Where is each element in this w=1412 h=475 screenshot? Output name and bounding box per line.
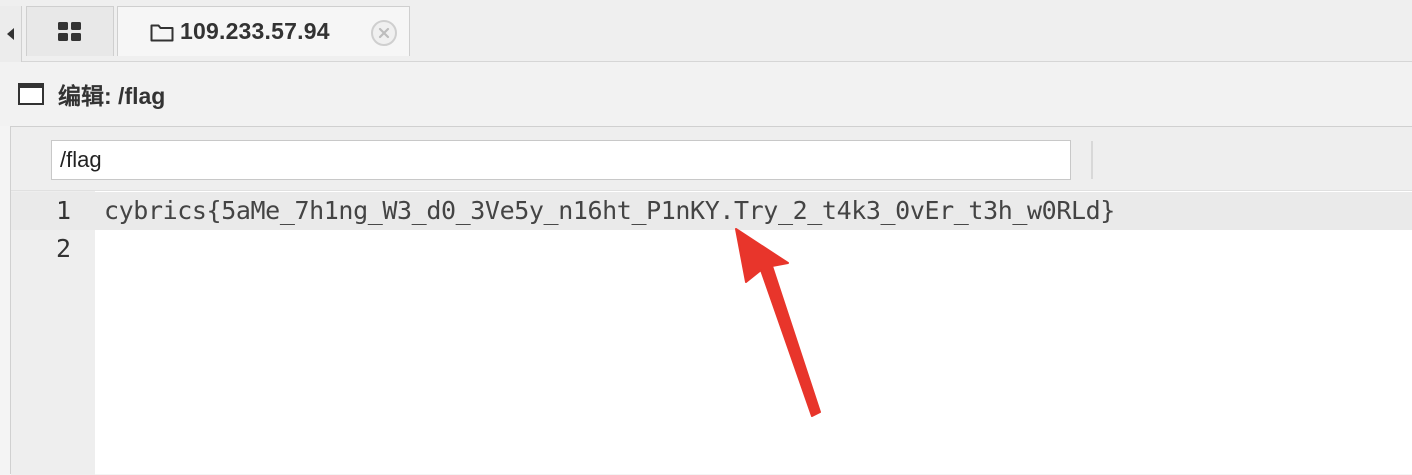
tab-dashboard[interactable] [26, 6, 114, 56]
code-line[interactable]: 2 [11, 230, 1412, 268]
line-number: 2 [55, 234, 71, 263]
grid-icon [58, 21, 81, 41]
editor-header: 编辑: /flag [0, 62, 1412, 126]
code-line[interactable]: 1 cybrics{5aMe_7h1ng_W3_d0_3Ve5y_n16ht_P… [11, 192, 1412, 230]
line-text[interactable]: cybrics{5aMe_7h1ng_W3_d0_3Ve5y_n16ht_P1n… [104, 192, 1115, 230]
chevron-left-icon [6, 28, 14, 40]
file-path-input[interactable] [51, 140, 1071, 180]
editor-toolbar [11, 127, 1412, 191]
editor-title: 编辑: /flag [58, 83, 166, 109]
close-tab-button[interactable] [371, 20, 397, 46]
tab-scroll-left-button[interactable] [0, 6, 22, 62]
tab-host-label: 109.233.57.94 [180, 18, 330, 44]
close-icon [378, 27, 390, 39]
window-icon [18, 83, 44, 105]
editor-panel: 1 cybrics{5aMe_7h1ng_W3_d0_3Ve5y_n16ht_P… [10, 126, 1412, 475]
tab-bar: 109.233.57.94 [0, 0, 1412, 62]
folder-icon [150, 22, 174, 42]
line-number: 1 [55, 196, 71, 225]
toolbar-divider [1091, 141, 1093, 179]
tab-host[interactable]: 109.233.57.94 [117, 6, 410, 56]
